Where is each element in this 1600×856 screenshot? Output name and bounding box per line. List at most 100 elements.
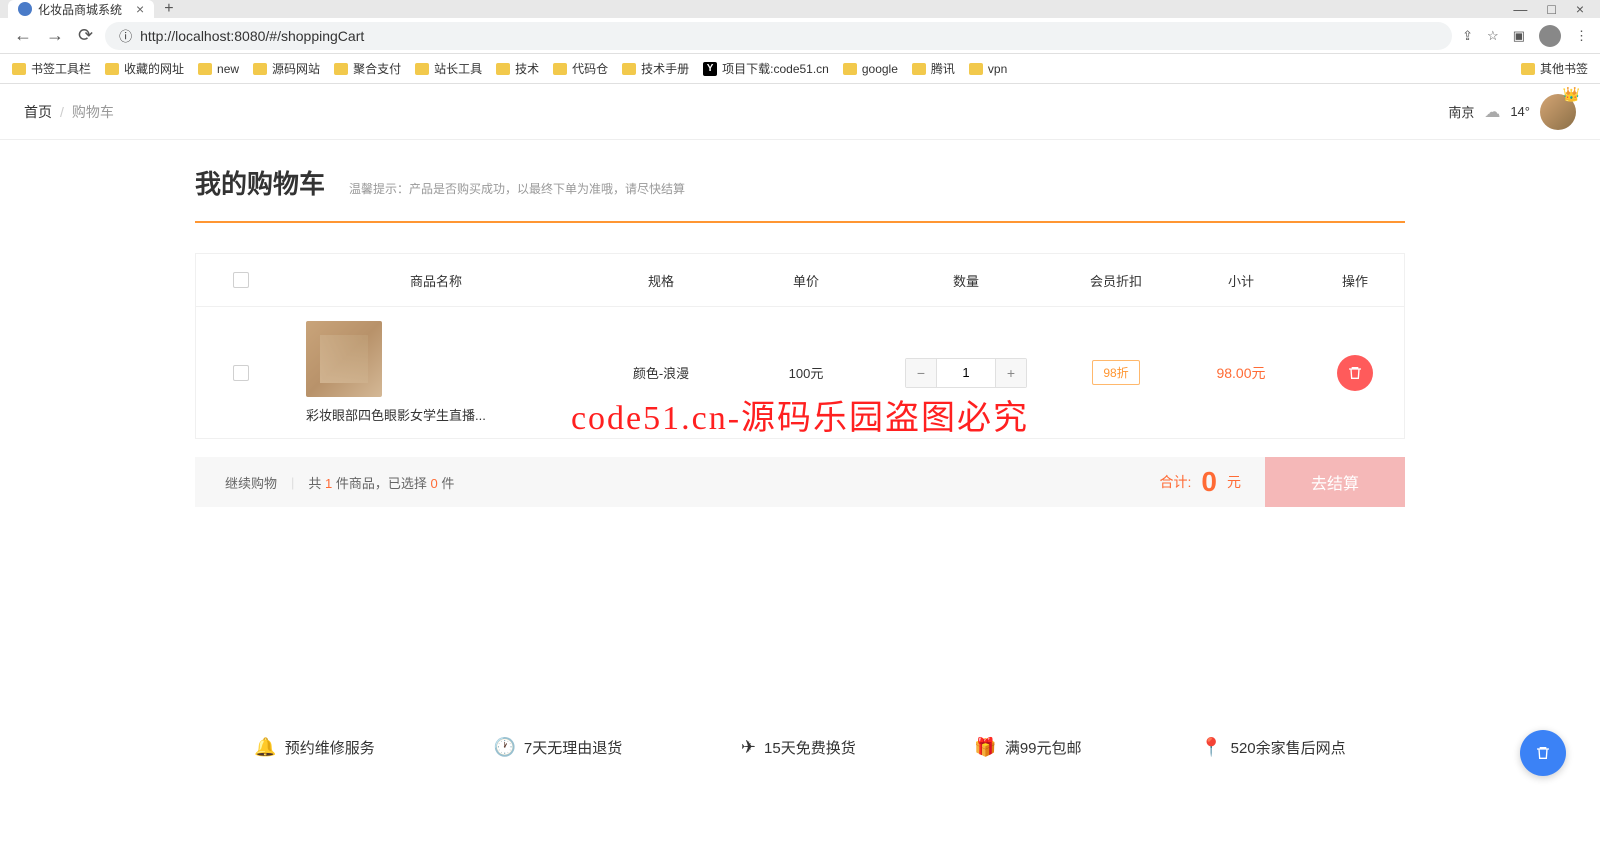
minimize-icon[interactable]: — [1513, 1, 1527, 17]
qty-plus-button[interactable]: + [996, 359, 1026, 387]
folder-icon [969, 63, 983, 75]
url-bar: ← → ⟳ ⓘ http://localhost:8080/#/shopping… [0, 18, 1600, 54]
bell-icon: 🔔 [254, 737, 276, 758]
trash-icon [1535, 745, 1551, 761]
bookmark-item[interactable]: 收藏的网址 [105, 60, 184, 77]
location-icon: 📍 [1200, 737, 1222, 758]
reload-button[interactable]: ⟳ [76, 23, 95, 48]
star-icon[interactable]: ☆ [1487, 28, 1499, 44]
folder-icon [553, 63, 567, 75]
folder-icon [496, 63, 510, 75]
bookmark-item[interactable]: Y项目下载:code51.cn [703, 60, 829, 77]
col-price: 单价 [736, 271, 876, 290]
gift-icon: 🎁 [974, 737, 996, 758]
bookmark-item[interactable]: vpn [969, 62, 1007, 76]
breadcrumb-home[interactable]: 首页 [24, 102, 52, 122]
page-title: 我的购物车 [195, 164, 325, 201]
extensions-icon[interactable]: ▣ [1513, 28, 1525, 44]
total-amount: 0 [1201, 466, 1217, 498]
bookmark-item[interactable]: new [198, 62, 239, 76]
folder-icon [1521, 63, 1535, 75]
breadcrumb-separator: / [60, 104, 64, 120]
bookmark-item[interactable]: 书签工具栏 [12, 60, 91, 77]
divider: | [291, 475, 294, 490]
col-discount: 会员折扣 [1056, 271, 1176, 290]
total-label: 合计: [1160, 472, 1192, 492]
quantity-stepper: − + [905, 358, 1027, 388]
select-all-checkbox[interactable] [233, 272, 249, 288]
bookmark-item[interactable]: 腾讯 [912, 60, 955, 77]
summary-bar: 继续购物 | 共 1 件商品，已选择 0 件 合计: 0 元 去结算 [195, 457, 1405, 507]
cart-table: 商品名称 规格 单价 数量 会员折扣 小计 操作 彩妆眼部四色眼影女学生直播..… [195, 253, 1405, 439]
folder-icon [843, 63, 857, 75]
bookmarks-bar: 书签工具栏 收藏的网址 new 源码网站 聚合支付 站长工具 技术 代码仓 技术… [0, 54, 1600, 84]
window-controls: — □ × [1513, 1, 1592, 17]
close-tab-icon[interactable]: × [136, 1, 144, 17]
service-item: 🔔预约维修服务 [254, 737, 374, 758]
discount-badge: 98折 [1092, 360, 1139, 385]
tab-bar: 化妆品商城系统 × + — □ × [0, 0, 1600, 18]
folder-icon [12, 63, 26, 75]
info-icon: ⓘ [119, 26, 132, 45]
browser-tab[interactable]: 化妆品商城系统 × [8, 0, 154, 18]
qty-input[interactable] [936, 359, 996, 387]
city-label: 南京 [1448, 102, 1474, 121]
share-icon[interactable]: ⇪ [1462, 28, 1473, 44]
delete-button[interactable] [1337, 355, 1373, 391]
col-spec: 规格 [586, 271, 736, 290]
cart-item-row: 彩妆眼部四色眼影女学生直播... 颜色-浪漫 100元 − + 98折 98.0… [195, 307, 1405, 439]
bookmark-item[interactable]: 聚合支付 [334, 60, 401, 77]
continue-shopping-link[interactable]: 继续购物 [225, 473, 277, 492]
app-header: 首页 / 购物车 南京 ☁ 14° [0, 84, 1600, 140]
bookmark-item[interactable]: 站长工具 [415, 60, 482, 77]
breadcrumb-current: 购物车 [72, 102, 114, 122]
product-spec: 颜色-浪漫 [586, 363, 736, 382]
qty-minus-button[interactable]: − [906, 359, 936, 387]
close-window-icon[interactable]: × [1576, 1, 1584, 17]
menu-icon[interactable]: ⋮ [1575, 28, 1588, 44]
maximize-icon[interactable]: □ [1547, 1, 1555, 17]
count-text: 共 1 件商品，已选择 0 件 [308, 473, 454, 492]
bookmark-item[interactable]: 源码网站 [253, 60, 320, 77]
total-unit: 元 [1227, 472, 1241, 492]
forward-button[interactable]: → [44, 23, 66, 48]
clock-icon: 🕐 [493, 737, 515, 758]
col-action: 操作 [1306, 271, 1404, 290]
tip-text: 温馨提示：产品是否购买成功，以最终下单为准哦，请尽快结算 [349, 180, 685, 197]
product-name[interactable]: 彩妆眼部四色眼影女学生直播... [306, 405, 486, 424]
item-checkbox[interactable] [233, 365, 249, 381]
y-icon: Y [703, 62, 717, 76]
profile-icon[interactable] [1539, 25, 1561, 47]
footer-services: 🔔预约维修服务 🕐7天无理由退货 ✈15天免费换货 🎁满99元包邮 📍520余家… [195, 717, 1405, 778]
cart-header-row: 商品名称 规格 单价 数量 会员折扣 小计 操作 [195, 253, 1405, 307]
folder-icon [415, 63, 429, 75]
back-button[interactable]: ← [12, 23, 34, 48]
checkout-button[interactable]: 去结算 [1265, 457, 1405, 507]
folder-icon [198, 63, 212, 75]
floating-trash-button[interactable] [1520, 730, 1566, 776]
favicon-icon [18, 2, 32, 16]
subtotal-text: 98.00元 [1216, 365, 1265, 381]
col-qty: 数量 [876, 271, 1056, 290]
weather-icon: ☁ [1484, 102, 1500, 122]
bookmark-item[interactable]: 技术 [496, 60, 539, 77]
folder-icon [105, 63, 119, 75]
other-bookmarks[interactable]: 其他书签 [1521, 60, 1588, 77]
temp-label: 14° [1510, 104, 1530, 119]
avatar[interactable] [1540, 94, 1576, 130]
folder-icon [334, 63, 348, 75]
bookmark-item[interactable]: 技术手册 [622, 60, 689, 77]
url-text: http://localhost:8080/#/shoppingCart [140, 28, 1438, 44]
page-title-row: 我的购物车 温馨提示：产品是否购买成功，以最终下单为准哦，请尽快结算 [195, 140, 1405, 223]
new-tab-button[interactable]: + [154, 0, 183, 18]
product-image[interactable] [306, 321, 382, 397]
service-item: 🎁满99元包邮 [974, 737, 1081, 758]
bookmark-item[interactable]: 代码仓 [553, 60, 608, 77]
col-subtotal: 小计 [1176, 271, 1306, 290]
url-input[interactable]: ⓘ http://localhost:8080/#/shoppingCart [105, 22, 1452, 50]
bookmark-item[interactable]: google [843, 62, 898, 76]
service-item: ✈15天免费换货 [741, 737, 856, 758]
folder-icon [622, 63, 636, 75]
trash-icon [1347, 365, 1363, 381]
col-name: 商品名称 [286, 271, 586, 290]
